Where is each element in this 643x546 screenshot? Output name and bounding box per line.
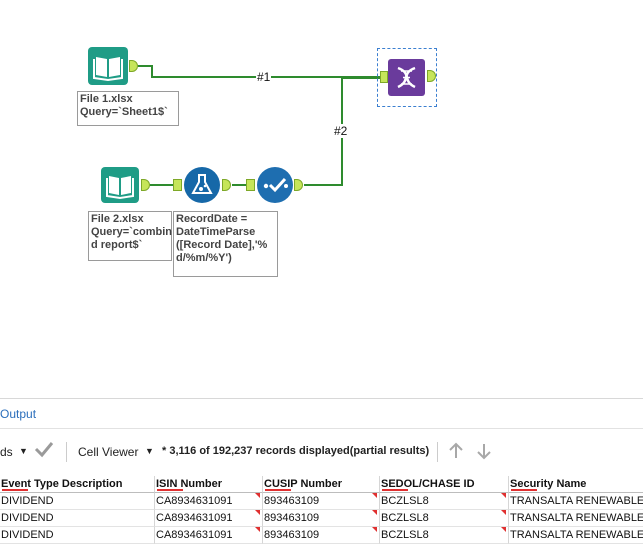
input-data-tool-1[interactable] (88, 47, 128, 85)
truncation-flag-icon (372, 493, 377, 498)
column-header[interactable]: ISIN Number (155, 476, 263, 493)
table-cell[interactable]: TRANSALTA RENEWABLES (509, 510, 643, 527)
table-cell[interactable]: CA8934631091 (155, 510, 263, 527)
column-header[interactable]: Security Name (509, 476, 643, 493)
results-grid: Event Type Description ISIN Number CUSIP… (0, 476, 643, 544)
join-tool[interactable] (388, 59, 425, 96)
field-type-underline (511, 489, 537, 491)
field-type-underline (157, 489, 183, 491)
table-cell[interactable]: BCZLSL8 (380, 510, 509, 527)
column-header[interactable]: CUSIP Number (263, 476, 380, 493)
table-cell[interactable]: 893463109 (263, 527, 380, 544)
table-cell[interactable]: BCZLSL8 (380, 493, 509, 510)
table-cell[interactable]: 893463109 (263, 493, 380, 510)
records-count-text: * 3,116 of 192,237 records displayed(par… (162, 445, 430, 457)
truncation-flag-icon (501, 493, 506, 498)
select-tool[interactable] (257, 167, 293, 203)
results-separator (0, 428, 643, 429)
table-row[interactable]: DIVIDEND CA8934631091 893463109 BCZLSL8 … (0, 510, 643, 527)
table-cell[interactable]: 893463109 (263, 510, 380, 527)
book-icon (101, 167, 139, 203)
grid-header-row: Event Type Description ISIN Number CUSIP… (0, 476, 643, 493)
dna-icon (388, 59, 425, 96)
chevron-down-icon[interactable]: ▼ (19, 446, 28, 456)
table-row[interactable]: DIVIDEND CA8934631091 893463109 BCZLSL8 … (0, 527, 643, 544)
table-cell[interactable]: TRANSALTA RENEWABLES (509, 527, 643, 544)
input-1-annotation: File 1.xlsx Query=`Sheet1$` (77, 91, 179, 126)
flask-icon (184, 167, 220, 203)
table-cell[interactable]: TRANSALTA RENEWABLES (509, 493, 643, 510)
chevron-down-icon[interactable]: ▼ (145, 446, 154, 456)
truncation-flag-icon (255, 510, 260, 515)
connection-1-label: #1 (256, 70, 272, 84)
column-header[interactable]: SEDOL/CHASE ID (380, 476, 509, 493)
table-cell[interactable]: DIVIDEND (0, 510, 155, 527)
field-type-underline (2, 489, 28, 491)
input-anchor-icon[interactable] (246, 179, 255, 191)
arrow-down-icon[interactable] (475, 442, 493, 463)
join-left-input-anchor[interactable] (380, 71, 388, 83)
input-anchor-icon[interactable] (173, 179, 182, 191)
arrow-up-icon[interactable] (447, 442, 465, 463)
check-dots-icon (257, 167, 293, 203)
results-title: Output (0, 407, 37, 421)
input-data-tool-2[interactable] (101, 167, 139, 203)
workflow-canvas[interactable]: #1 #2 File 1.xlsx Query=`Sheet1$` File 2.… (0, 0, 643, 398)
results-panel: Output ds ▼ Cell Viewer ▼ * 3,116 of 192… (0, 399, 643, 546)
truncation-flag-icon (501, 527, 506, 532)
checkmark-icon[interactable] (34, 440, 54, 461)
table-cell[interactable]: DIVIDEND (0, 527, 155, 544)
results-toolbar: ds ▼ Cell Viewer ▼ * 3,116 of 192,237 re… (0, 437, 643, 467)
truncation-flag-icon (372, 510, 377, 515)
book-icon (88, 47, 128, 85)
table-cell[interactable]: BCZLSL8 (380, 527, 509, 544)
field-type-underline (382, 489, 408, 491)
table-row[interactable]: DIVIDEND CA8934631091 893463109 BCZLSL8 … (0, 493, 643, 510)
column-header[interactable]: Event Type Description (0, 476, 155, 493)
fields-dropdown-label[interactable]: ds (0, 445, 13, 459)
input-2-annotation: File 2.xlsx Query=`combin d report$` (88, 211, 172, 261)
toolbar-separator (66, 442, 67, 462)
field-type-underline (265, 489, 291, 491)
toolbar-separator (437, 442, 438, 462)
table-cell[interactable]: CA8934631091 (155, 493, 263, 510)
truncation-flag-icon (255, 527, 260, 532)
formula-annotation: RecordDate = DateTimeParse ([Record Date… (173, 211, 278, 277)
truncation-flag-icon (501, 510, 506, 515)
table-cell[interactable]: CA8934631091 (155, 527, 263, 544)
table-cell[interactable]: DIVIDEND (0, 493, 155, 510)
connection-2-label: #2 (333, 124, 349, 138)
cell-viewer-dropdown[interactable]: Cell Viewer (78, 445, 138, 459)
formula-tool[interactable] (184, 167, 220, 203)
truncation-flag-icon (372, 527, 377, 532)
truncation-flag-icon (255, 493, 260, 498)
